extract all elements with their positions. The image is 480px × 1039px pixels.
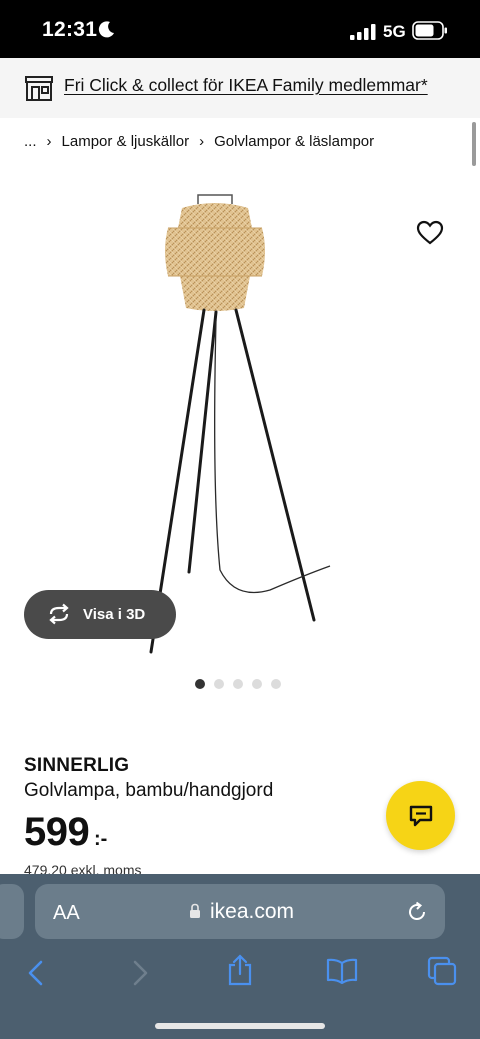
product-description: Golvlampa, bambu/handgjord [24,780,274,801]
carousel-dot[interactable] [233,679,243,689]
promo-banner[interactable]: Fri Click & collect för IKEA Family medl… [0,58,480,118]
carousel-dot[interactable] [271,679,281,689]
url-text[interactable]: ikea.com [210,900,294,924]
chat-icon [409,805,433,827]
home-indicator [155,1023,325,1029]
battery-icon [412,21,447,40]
carousel-dot[interactable] [252,679,262,689]
heart-icon[interactable] [416,220,444,246]
tabs-icon[interactable] [427,956,457,986]
moon-icon [98,21,114,38]
promo-link[interactable]: Fri Click & collect för IKEA Family medl… [64,75,428,96]
scrollbar[interactable] [472,122,476,166]
reload-icon[interactable] [406,901,428,923]
breadcrumb-item-lampor[interactable]: Lampor & ljuskällor [62,133,190,150]
forward-icon[interactable] [130,960,150,986]
network-label: 5G [383,22,406,41]
view-in-3d-button[interactable]: Visa i 3D [24,590,176,639]
price-suffix: :- [94,828,108,850]
breadcrumb-ellipsis[interactable]: ... [24,133,37,150]
carousel-dot[interactable] [214,679,224,689]
status-bar: 12:31 5G [0,0,480,58]
signal-icon [350,24,376,40]
status-time: 12:31 [42,18,98,41]
product-price: 599 [24,810,90,854]
breadcrumb-item-golvlampor[interactable]: Golvlampor & läslampor [214,133,374,150]
carousel-dot[interactable] [195,679,205,689]
breadcrumb: ... › Lampor & ljuskällor › Golvlampor &… [24,133,374,150]
text-size-button[interactable]: AA [53,902,80,925]
image-carousel-dots [195,679,281,689]
chevron-right-icon: › [46,133,52,150]
bookmarks-icon[interactable] [326,958,358,984]
product-image[interactable] [140,190,340,660]
browser-toolbar: AA ikea.com [0,874,480,1039]
product-name: SINNERLIG [24,755,130,776]
address-bar[interactable]: AA ikea.com [35,884,445,939]
store-icon [25,76,53,101]
previous-tab-peek[interactable] [0,884,24,939]
rotate-3d-icon [49,603,69,625]
share-icon[interactable] [227,954,253,986]
lock-icon [190,903,200,918]
chat-button[interactable] [386,781,455,850]
view-in-3d-label: Visa i 3D [83,606,146,623]
chevron-right-icon: › [199,133,205,150]
back-icon[interactable] [26,960,46,986]
